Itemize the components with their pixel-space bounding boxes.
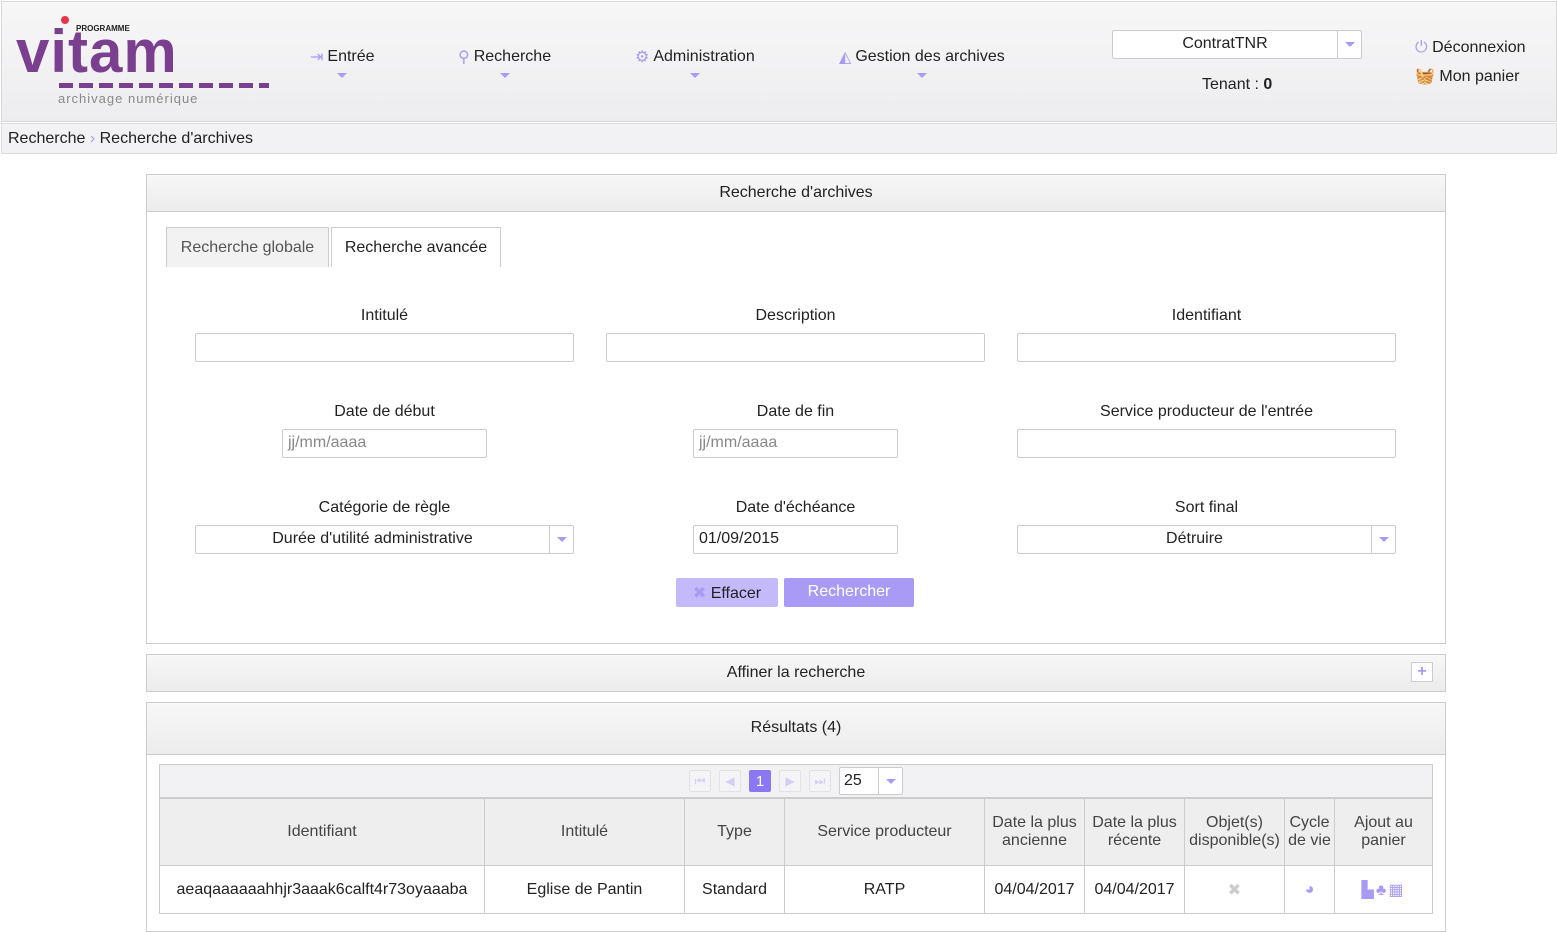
cell-oldest: 04/04/2017 — [984, 865, 1085, 914]
file-icon[interactable]: ▙ — [1362, 882, 1376, 899]
col-panier: Ajout au panier — [1334, 798, 1433, 866]
service-input[interactable] — [1017, 429, 1396, 458]
label-categorie: Catégorie de règle — [318, 499, 451, 516]
cell-newest: 04/04/2017 — [1084, 865, 1185, 914]
description-input[interactable] — [606, 333, 985, 362]
col-date-ancienne[interactable]: Date la plus ancienne — [984, 798, 1085, 866]
logout-link[interactable]: ⏻ Déconnexion — [1415, 39, 1526, 57]
nav-administration[interactable]: ⚙ Administration — [635, 47, 755, 78]
refine-panel[interactable]: Affiner la recherche + — [146, 654, 1446, 692]
echeance-input[interactable]: 01/09/2015 — [693, 525, 898, 554]
next-page-icon[interactable]: ▶ — [779, 770, 801, 792]
chevron-right-icon: › — [89, 130, 96, 147]
search-icon: ⚲ — [458, 49, 470, 66]
col-service[interactable]: Service producteur — [784, 798, 985, 866]
identifiant-input[interactable] — [1017, 333, 1396, 362]
archive-icon[interactable]: ▦ — [1388, 882, 1405, 899]
categorie-select[interactable]: Durée d'utilité administrative — [195, 525, 574, 554]
sign-in-icon: ⇥ — [310, 49, 324, 66]
last-page-icon[interactable]: ⏭ — [809, 770, 831, 792]
date-fin-input[interactable]: jj/mm/aaaa — [693, 429, 898, 458]
basket-icon: 🧺 — [1415, 68, 1435, 85]
label-service: Service producteur de l'entrée — [1100, 403, 1313, 420]
breadcrumb-current: Recherche d'archives — [99, 130, 253, 147]
tenant: Tenant : 0 — [1202, 76, 1273, 93]
times-icon: ✖ — [1184, 865, 1285, 914]
sitemap-icon[interactable]: ♣ — [1376, 882, 1389, 899]
results-panel: Résultats (4) ⏮ ◀ 1 ▶ ⏭ 25 Identifiant I… — [146, 702, 1446, 932]
prev-page-icon[interactable]: ◀ — [719, 770, 741, 792]
col-identifiant[interactable]: Identifiant — [159, 798, 485, 866]
intitule-input[interactable] — [195, 333, 574, 362]
table-row[interactable]: aeaqaaaaaahhjr3aaak6calft4r73oyaaaba Egl… — [159, 865, 1433, 914]
label-date-debut: Date de début — [334, 403, 435, 420]
col-intitule[interactable]: Intitulé — [484, 798, 685, 866]
search-button[interactable]: Rechercher — [784, 578, 914, 607]
contract-select[interactable]: ContratTNR — [1112, 30, 1362, 59]
cell-producer: RATP — [784, 865, 985, 914]
refine-title: Affiner la recherche — [147, 655, 1445, 691]
col-type[interactable]: Type — [684, 798, 785, 866]
breadcrumb: Recherche › Recherche d'archives — [1, 123, 1557, 154]
label-intitule: Intitulé — [360, 307, 409, 324]
cell-id: aeaqaaaaaahhjr3aaak6calft4r73oyaaaba — [159, 865, 485, 914]
times-icon: ✖ — [692, 585, 707, 602]
nav-gestion-archives[interactable]: ◭ Gestion des archives — [839, 47, 1005, 78]
label-sort: Sort final — [1174, 499, 1239, 516]
cell-title: Eglise de Pantin — [484, 865, 685, 914]
results-title: Résultats (4) — [147, 703, 1445, 755]
logo[interactable]: PROGRAMME vitam archivage numérique — [14, 12, 274, 112]
page-size-select[interactable]: 25 — [839, 767, 903, 795]
header: PROGRAMME vitam archivage numérique ⇥ Ent… — [1, 1, 1557, 122]
label-echeance: Date d'échéance — [735, 499, 856, 516]
basket-actions: ▙♣▦ — [1334, 865, 1433, 914]
label-identifiant: Identifiant — [1171, 307, 1242, 324]
page-current[interactable]: 1 — [749, 770, 771, 792]
area-chart-icon: ◭ — [839, 49, 852, 66]
label-description: Description — [755, 307, 836, 324]
label-date-fin: Date de fin — [756, 403, 835, 420]
tab-recherche-globale[interactable]: Recherche globale — [166, 227, 329, 267]
cell-type: Standard — [684, 865, 785, 914]
plus-icon[interactable]: + — [1411, 662, 1433, 682]
basket-link[interactable]: 🧺 Mon panier — [1415, 66, 1519, 86]
nav-entree[interactable]: ⇥ Entrée — [310, 47, 375, 78]
search-panel-title: Recherche d'archives — [147, 175, 1445, 212]
col-objets: Objet(s) disponible(s) — [1184, 798, 1285, 866]
date-debut-input[interactable]: jj/mm/aaaa — [282, 429, 487, 458]
sort-select[interactable]: Détruire — [1017, 525, 1396, 554]
pie-chart-icon[interactable]: ◕ — [1284, 865, 1335, 914]
first-page-icon[interactable]: ⏮ — [689, 770, 711, 792]
col-cycle-vie: Cycle de vie — [1284, 798, 1335, 866]
search-panel: Recherche d'archives Recherche globale R… — [146, 174, 1446, 644]
nav-recherche[interactable]: ⚲ Recherche — [458, 47, 551, 78]
col-date-recente[interactable]: Date la plus récente — [1084, 798, 1185, 866]
results-table: Identifiant Intitulé Type Service produc… — [159, 798, 1433, 914]
gears-icon: ⚙ — [635, 49, 650, 66]
power-icon: ⏻ — [1415, 39, 1428, 56]
breadcrumb-recherche[interactable]: Recherche — [8, 130, 85, 147]
pagination: ⏮ ◀ 1 ▶ ⏭ 25 — [159, 764, 1433, 798]
clear-button[interactable]: ✖ Effacer — [676, 578, 778, 607]
tab-recherche-avancee[interactable]: Recherche avancée — [331, 227, 501, 267]
